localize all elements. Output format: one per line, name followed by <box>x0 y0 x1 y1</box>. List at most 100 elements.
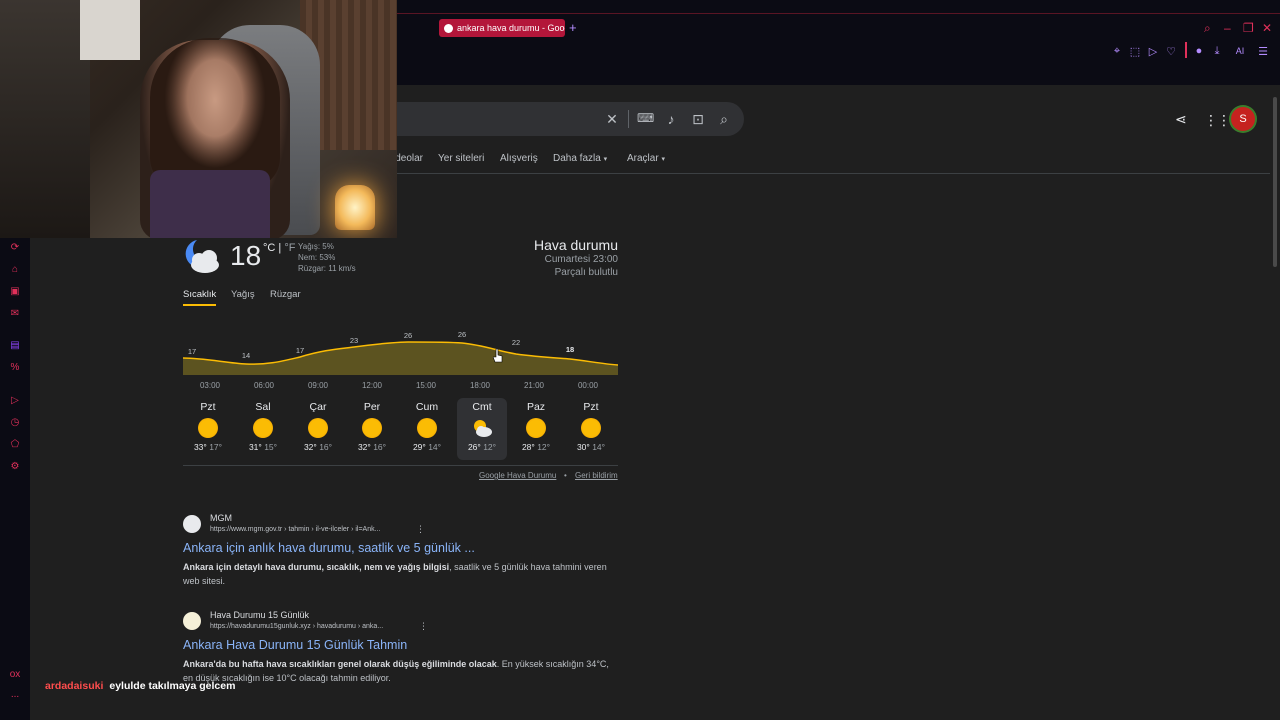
day-forecast-3[interactable]: Per 32° 16° <box>347 398 397 460</box>
minimize-button[interactable]: – <box>1224 21 1231 35</box>
sun-icon <box>526 418 546 438</box>
messenger-icon[interactable]: ▣ <box>8 285 22 299</box>
toolbar-icons-right: ● ⤓ AI ☰ <box>1193 45 1269 58</box>
dropdown-icon: ▾ <box>603 156 608 163</box>
ai-label: AI <box>1235 46 1245 56</box>
menu-icon[interactable]: ☰ <box>1257 45 1269 58</box>
extension-icon[interactable]: ⬠ <box>8 438 22 452</box>
profile-icon[interactable]: ● <box>1193 45 1205 57</box>
result-url[interactable]: https://www.mgm.gov.tr › tahmin › il-ve-… <box>210 526 380 533</box>
webcam-hair <box>150 38 280 188</box>
tab-title: ankara hava durumu - Goog <box>457 23 565 33</box>
account-avatar[interactable]: S <box>1231 107 1255 131</box>
webcam-overlay <box>0 0 397 238</box>
more-options-icon[interactable]: ⋮ <box>419 621 428 632</box>
more-icon[interactable]: ... <box>8 688 22 702</box>
ai-icon[interactable]: AI <box>1229 45 1251 57</box>
filter-videos[interactable]: Videolar <box>397 153 423 164</box>
tab-active[interactable]: ankara hava durumu - Goog <box>439 19 565 37</box>
lens-icon[interactable]: ⊡ <box>690 111 706 128</box>
day-name: Per <box>363 401 381 413</box>
result-title[interactable]: Ankara Hava Durumu 15 Günlük Tahmin <box>183 638 407 652</box>
partly-cloudy-night-icon <box>183 238 223 276</box>
day-name: Sal <box>255 401 271 413</box>
search-tabs-icon[interactable]: ⌕ <box>1204 21 1211 36</box>
day-name: Cmt <box>472 401 492 413</box>
hour-label-1: 06:00 <box>253 381 275 390</box>
keyboard-icon[interactable]: ⌨ <box>637 111 654 125</box>
settings-icon[interactable]: ⚙ <box>8 460 22 474</box>
tab-precipitation[interactable]: Yağış <box>231 289 255 300</box>
new-tab-button[interactable]: + <box>569 20 577 35</box>
sun-icon <box>417 418 437 438</box>
dropdown-icon: ▾ <box>661 156 665 163</box>
result-snippet: Ankara'da bu hafta hava sıcaklıkları gen… <box>183 659 609 683</box>
mouse-cursor-icon <box>492 348 503 363</box>
mgm-favicon-icon <box>183 515 201 533</box>
scrollbar-thumb[interactable] <box>1273 97 1277 267</box>
clear-search-icon[interactable]: ✕ <box>604 111 620 128</box>
weather-title: Hava durumu <box>533 237 618 253</box>
close-button[interactable]: ✕ <box>1262 21 1272 35</box>
hour-value-3: 23 <box>350 336 358 345</box>
humidity: Nem: 53% <box>298 253 336 262</box>
microphone-icon[interactable]: ♪ <box>663 111 679 127</box>
current-temperature: 18 <box>230 240 262 271</box>
twitch-icon[interactable]: ▤ <box>8 339 22 353</box>
day-forecast-5[interactable]: Cmt 26° 12° <box>457 398 507 460</box>
hour-value-0: 17 <box>188 347 196 356</box>
download-icon[interactable]: ⤓ <box>1211 45 1223 58</box>
maximize-button[interactable]: ❐ <box>1243 21 1254 35</box>
percent-icon[interactable]: % <box>8 361 22 375</box>
send-icon[interactable]: ▷ <box>1147 45 1159 58</box>
pin-icon[interactable]: ⌖ <box>1111 45 1123 58</box>
day-forecast-4[interactable]: Cum 29° 14° <box>402 398 452 460</box>
filter-more[interactable]: Daha fazla ▾ <box>553 153 607 164</box>
day-temps: 29° 14° <box>412 442 442 452</box>
day-temps: 31° 15° <box>248 442 278 452</box>
result-site-name[interactable]: Hava Durumu 15 Günlük <box>210 610 309 620</box>
screenshot-icon[interactable]: ⬚ <box>1129 45 1141 58</box>
tab-strip-border <box>397 13 1280 14</box>
day-forecast-6[interactable]: Paz 28° 12° <box>511 398 561 460</box>
day-forecast-0[interactable]: Pzt 33° 17° <box>183 398 233 460</box>
filter-shopping[interactable]: Alışveriş <box>500 153 538 164</box>
history-icon[interactable]: ⟳ <box>8 241 22 255</box>
hour-value-2: 17 <box>296 346 304 355</box>
share-icon[interactable]: ⋖ <box>1175 111 1187 128</box>
unit-fahrenheit[interactable]: °F <box>284 242 295 254</box>
search-icon[interactable]: ⌕ <box>716 111 732 128</box>
hourly-temperature-chart[interactable]: 17 14 17 23 26 26 22 18 <box>183 325 618 375</box>
webcam-poster <box>80 0 140 60</box>
weather-source-link[interactable]: Google Hava Durumu <box>479 471 556 480</box>
weather-condition: Parçalı bulutlu <box>554 267 618 278</box>
sun-icon <box>253 418 273 438</box>
unit-toggle[interactable]: °C | °F <box>263 242 295 254</box>
day-temps: 32° 16° <box>357 442 387 452</box>
more-options-icon[interactable]: ⋮ <box>416 524 425 535</box>
webcam-clothing <box>150 170 270 238</box>
unit-celsius[interactable]: °C <box>263 242 275 254</box>
tab-temperature[interactable]: Sıcaklık <box>183 289 216 300</box>
play-icon[interactable]: ▷ <box>8 394 22 408</box>
result-site-name[interactable]: MGM <box>210 513 232 523</box>
search-input[interactable] <box>370 102 744 136</box>
page-scrollbar[interactable] <box>1270 85 1280 705</box>
hour-value-6: 22 <box>512 338 520 347</box>
chat-username: ardadaisuki <box>45 680 104 692</box>
day-temps: 28° 12° <box>521 442 551 452</box>
result-url[interactable]: https://havadurumu15gunluk.xyz › havadur… <box>210 623 383 630</box>
mail-icon[interactable]: ✉ <box>8 307 22 321</box>
day-forecast-7[interactable]: Pzt 30° 14° <box>566 398 616 460</box>
clock-icon[interactable]: ◷ <box>8 416 22 430</box>
day-forecast-1[interactable]: Sal 31° 15° <box>238 398 288 460</box>
tab-wind[interactable]: Rüzgar <box>270 289 301 300</box>
feedback-link[interactable]: Geri bildirim <box>575 471 618 480</box>
filter-tools[interactable]: Araçlar ▾ <box>627 153 665 164</box>
active-tab-indicator <box>183 304 216 306</box>
filter-places[interactable]: Yer siteleri <box>438 153 484 164</box>
day-forecast-2[interactable]: Çar 32° 16° <box>293 398 343 460</box>
shop-icon[interactable]: ⌂ <box>8 263 22 277</box>
heart-icon[interactable]: ♡ <box>1165 45 1177 58</box>
result-title[interactable]: Ankara için anlık hava durumu, saatlik v… <box>183 541 475 555</box>
